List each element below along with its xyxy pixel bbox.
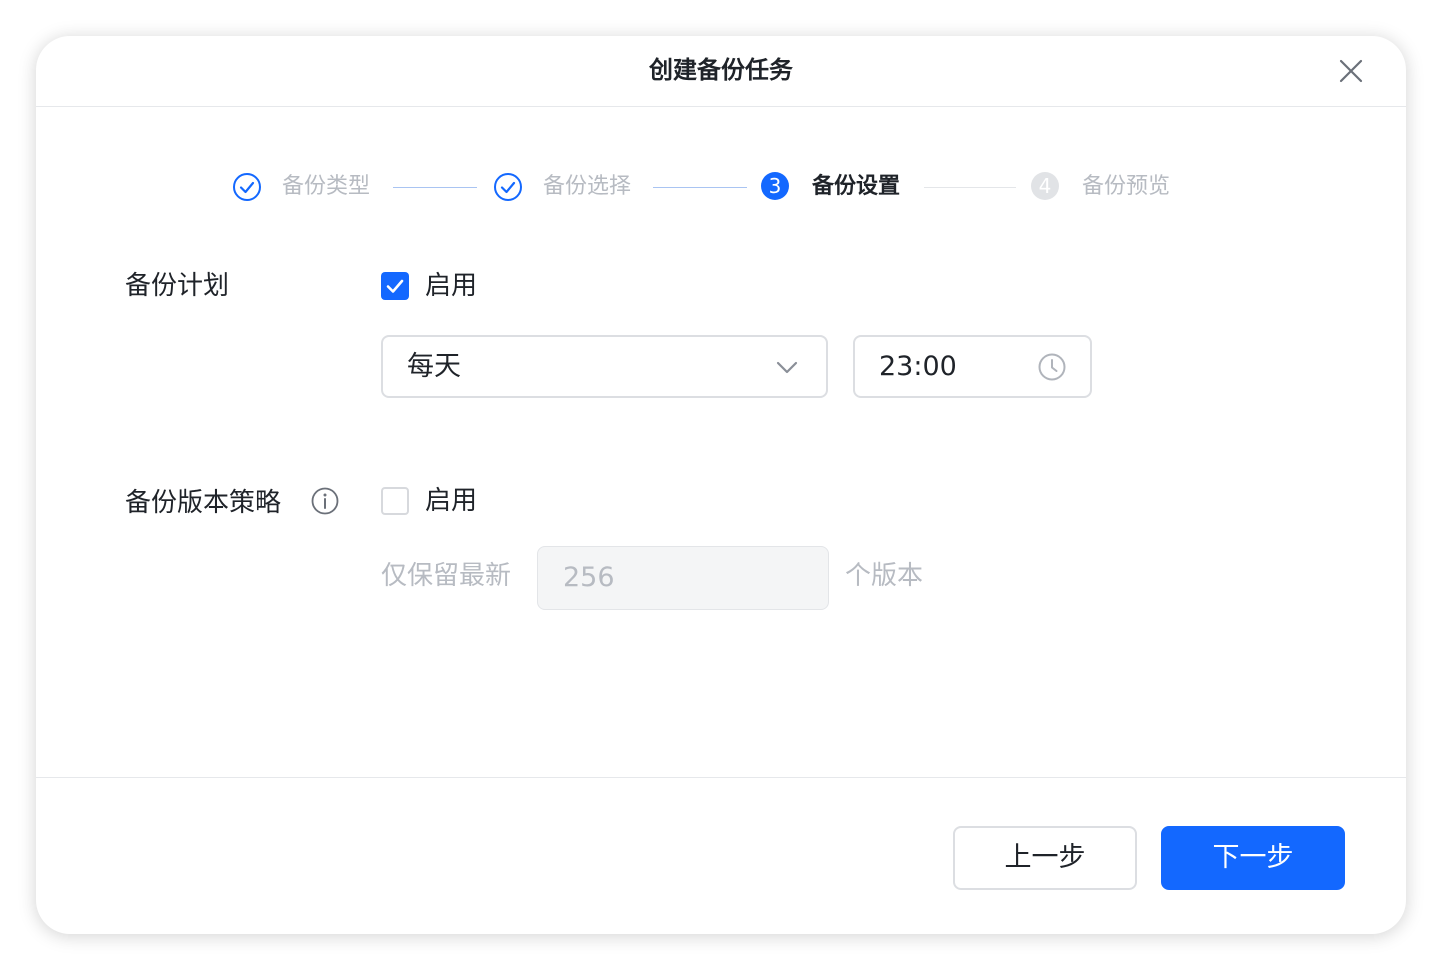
step-3-label: 备份设置: [812, 174, 901, 199]
step-1-label: 备份类型: [282, 174, 371, 199]
step-2-label: 备份选择: [543, 174, 632, 199]
time-value: 23:00: [879, 351, 957, 382]
step-connector: [393, 187, 477, 188]
step-3-number: 3: [761, 172, 789, 200]
frequency-select[interactable]: 每天: [381, 335, 828, 398]
keep-latest-label: 仅保留最新: [381, 561, 512, 591]
clock-icon: [1038, 353, 1066, 381]
close-button[interactable]: [1336, 56, 1366, 86]
schedule-enable-label[interactable]: 启用: [425, 269, 477, 303]
info-icon[interactable]: [310, 486, 340, 516]
step-connector: [653, 187, 747, 188]
footer-divider: [36, 777, 1406, 778]
close-icon: [1339, 59, 1363, 83]
step-done-check-icon: [493, 172, 523, 202]
dialog-header: 创建备份任务: [36, 36, 1406, 107]
step-connector: [924, 187, 1016, 188]
previous-step-button[interactable]: 上一步: [953, 826, 1137, 890]
chevron-down-icon: [776, 361, 798, 374]
create-backup-dialog: 创建备份任务 备份类型 备份选择 3 备份设置 4 备份预览 备份计划 启用 每…: [36, 36, 1406, 934]
dialog-title: 创建备份任务: [649, 56, 793, 84]
frequency-value: 每天: [407, 351, 461, 382]
versions-suffix-label: 个版本: [845, 561, 924, 591]
version-count-value: 256: [563, 562, 615, 593]
versioning-enable-label[interactable]: 启用: [425, 484, 477, 518]
step-4-number: 4: [1031, 172, 1059, 200]
checkmark-icon: [386, 279, 404, 293]
schedule-label: 备份计划: [125, 271, 230, 301]
version-count-input: 256: [537, 546, 829, 610]
versioning-enable-checkbox[interactable]: [381, 487, 409, 515]
schedule-enable-checkbox[interactable]: [381, 272, 409, 300]
versioning-label: 备份版本策略: [125, 488, 282, 518]
next-step-button[interactable]: 下一步: [1161, 826, 1345, 890]
step-4-label: 备份预览: [1082, 174, 1171, 199]
time-picker-input[interactable]: 23:00: [853, 335, 1092, 398]
wizard-steps: 备份类型 备份选择 3 备份设置 4 备份预览: [36, 171, 1406, 203]
step-done-check-icon: [232, 172, 262, 202]
